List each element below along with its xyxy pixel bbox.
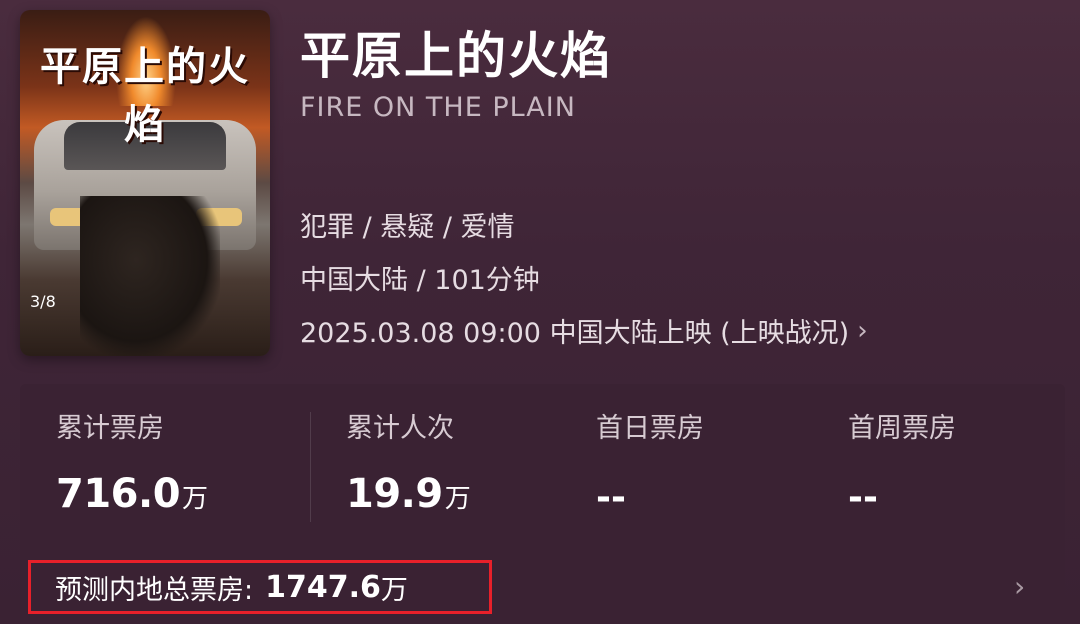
chevron-right-icon: › — [857, 315, 868, 346]
stat-total-box-office: 累计票房 716.0万 — [56, 406, 208, 517]
movie-genres: 犯罪 / 悬疑 / 爱情 — [300, 212, 515, 243]
forecast-unit: 万 — [380, 574, 408, 606]
stat-label: 累计人次 — [346, 413, 454, 444]
poster-date: 3/8 — [30, 292, 56, 311]
box-office-card: 累计票房 716.0万 累计人次 19.9万 首日票房 -- 首周票房 -- 预… — [20, 384, 1065, 624]
stat-value: -- — [596, 477, 626, 518]
stat-label: 累计票房 — [56, 413, 164, 444]
chevron-right-icon[interactable]: › — [1014, 570, 1025, 603]
forecast-value: 1747.6 — [265, 569, 381, 605]
movie-release-text: 2025.03.08 09:00 中国大陆上映 (上映战况) — [300, 318, 850, 349]
stat-total-admissions: 累计人次 19.9万 — [346, 406, 471, 517]
poster-title-art: 平原上的火焰 — [40, 43, 250, 148]
movie-title: 平原上的火焰 — [300, 27, 612, 85]
stat-value: 19.9万 — [346, 471, 471, 517]
movie-poster[interactable]: 平原上的火焰 3/8 — [20, 10, 270, 356]
stat-label: 首日票房 — [596, 413, 704, 444]
movie-header: 平原上的火焰 3/8 平原上的火焰 FIRE ON THE PLAIN 犯罪 /… — [0, 0, 1080, 384]
movie-release-link[interactable]: 2025.03.08 09:00 中国大陆上映 (上映战况) › — [300, 311, 868, 350]
movie-title-english: FIRE ON THE PLAIN — [300, 92, 576, 123]
stat-divider — [310, 412, 311, 522]
poster-people-art — [80, 196, 220, 356]
movie-region-runtime: 中国大陆 / 101分钟 — [300, 265, 540, 296]
stat-value: 716.0万 — [56, 471, 209, 517]
stat-value: -- — [848, 477, 878, 518]
stat-label: 首周票房 — [848, 413, 956, 444]
stat-first-week-box-office: 首周票房 -- — [848, 406, 956, 518]
forecast-total-box-office[interactable]: 预测内地总票房: 1747.6 万 — [28, 560, 492, 614]
stat-first-day-box-office: 首日票房 -- — [596, 406, 704, 518]
forecast-label: 预测内地总票房: — [55, 574, 254, 606]
